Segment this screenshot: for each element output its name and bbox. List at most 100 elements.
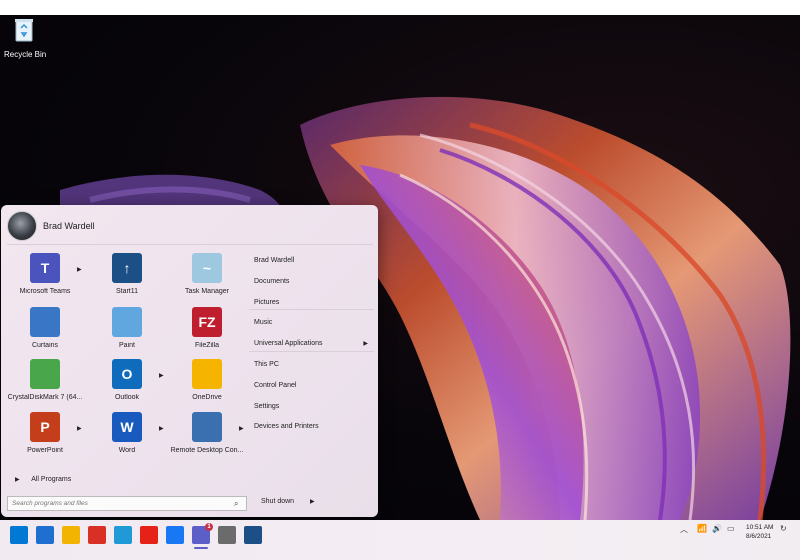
user-name: Brad Wardell [43,221,95,231]
teams-icon: T [30,253,60,283]
start11-icon: ↑ [112,253,142,283]
notification-badge: 1 [205,523,213,531]
divider [7,244,373,245]
outlook-icon: O [112,359,142,389]
remote-desktop-icon [192,412,222,442]
pinned-app-paint[interactable]: Paint [87,307,167,349]
pinned-app-powerpoint[interactable]: P PowerPoint ▶ [5,412,85,454]
search-input[interactable] [8,499,234,508]
pinned-app-label: Curtains [31,342,59,349]
wifi-icon[interactable]: 📶 [697,524,707,533]
clock[interactable]: 10:51 AM 8/6/2021 [746,523,773,541]
right-item-label: Documents [254,277,290,285]
pinned-app-remote-desktop-con[interactable]: Remote Desktop Con... ▶ [167,412,247,454]
pinned-app-label: Microsoft Teams [19,288,71,295]
start11-taskbar-icon[interactable] [244,526,262,544]
task-manager-icon: ~ [192,253,222,283]
avatar[interactable] [7,211,37,241]
right-item-label: Control Panel [254,381,297,389]
paint-icon [112,307,142,337]
divider [249,351,374,352]
right-item-settings[interactable]: Settings [249,397,374,418]
right-item-label: Universal Applications [254,340,323,348]
top-strip [0,0,800,15]
pinned-app-label: CrystalDiskMark 7 (64... [7,394,83,401]
notification-icon[interactable]: ↻ [780,524,787,533]
taskbar: 1 ︿ 📶 🔊 ▭ 10:51 AM 8/6/2021 ↻ [0,520,800,560]
right-item-control-panel[interactable]: Control Panel [249,376,374,397]
facebook-icon[interactable] [166,526,184,544]
search-icon[interactable]: ⌕ [234,499,238,509]
jump-list-arrow-icon[interactable]: ▶ [77,266,82,273]
crystaldiskmark-icon [30,359,60,389]
start-menu: Brad Wardell T Microsoft Teams ▶ ↑ Start11 ~ T… [1,205,378,517]
volume-icon[interactable]: 🔊 [712,524,722,533]
right-item-this-pc[interactable]: This PC [249,355,374,376]
curtains-icon [30,307,60,337]
battery-icon[interactable]: ▭ [727,524,735,533]
pinned-app-label: OneDrive [192,394,222,401]
right-item-label: Devices and Printers [254,423,319,431]
pinned-app-crystaldiskmark-7-64[interactable]: CrystalDiskMark 7 (64... [5,359,85,401]
edge-icon[interactable] [114,526,132,544]
chevron-up-icon[interactable]: ︿ [680,524,688,535]
shutdown-button[interactable]: Shut down ▶ [261,498,315,505]
recycle-bin-label: Recycle Bin [4,50,47,59]
pinned-app-label: PowerPoint [27,447,63,454]
all-programs-button[interactable]: ▶ All Programs [15,476,71,483]
task-view-icon[interactable] [36,526,54,544]
file-explorer-icon[interactable] [62,526,80,544]
pinned-app-start11[interactable]: ↑ Start11 [87,253,167,295]
active-app-indicator [194,547,208,549]
jump-list-arrow-icon[interactable]: ▶ [159,372,164,379]
divider [249,309,374,310]
right-item-pictures[interactable]: Pictures [249,293,374,314]
all-programs-label: All Programs [31,476,72,483]
pinned-app-task-manager[interactable]: ~ Task Manager [167,253,247,295]
time: 10:51 AM [746,524,774,531]
pinned-app-curtains[interactable]: Curtains [5,307,85,349]
windows-start-icon[interactable] [10,526,28,544]
pinned-app-word[interactable]: W Word ▶ [87,412,167,454]
right-item-label: Music [254,319,273,327]
right-item-label: This PC [254,360,279,368]
pinned-app-label: Task Manager [185,288,229,295]
jump-list-arrow-icon[interactable]: ▶ [77,425,82,432]
pinned-app-label: Outlook [114,394,140,401]
right-item-brad-wardell[interactable]: Brad Wardell [249,251,374,272]
pinned-app-label: FileZilla [194,342,220,349]
jump-list-arrow-icon[interactable]: ▶ [159,425,164,432]
settings-icon[interactable] [218,526,236,544]
right-item-label: Brad Wardell [254,257,295,264]
shutdown-options-arrow-icon[interactable]: ▶ [310,499,315,505]
date: 8/6/2021 [746,533,772,540]
teams-taskbar-icon[interactable]: 1 [192,523,213,544]
powerpoint-icon: P [30,412,60,442]
pinned-app-label: Word [118,447,136,454]
pinned-app-onedrive[interactable]: OneDrive [167,359,247,401]
right-item-documents[interactable]: Documents [249,272,374,293]
triangle-right-icon: ▶ [15,477,20,483]
jump-list-arrow-icon[interactable]: ▶ [239,425,244,432]
right-item-label: Settings [254,402,280,410]
recycle-bin-icon [15,19,33,42]
right-item-music[interactable]: Music [249,313,374,334]
pinned-app-label: Paint [119,342,135,349]
filezilla-icon: FZ [192,307,222,337]
right-item-label: Pictures [254,298,280,306]
pinned-app-label: Remote Desktop Con... [170,447,244,454]
right-column: Brad Wardell Documents Pictures Music Univer… [249,251,374,438]
pinned-app-outlook[interactable]: O Outlook ▶ [87,359,167,401]
user-header[interactable]: Brad Wardell [7,211,95,241]
recycle-bin[interactable]: Recycle Bin [4,17,47,59]
word-icon: W [112,412,142,442]
onedrive-icon [192,359,222,389]
search-box[interactable]: ⌕ [7,496,247,511]
pinned-app-filezilla[interactable]: FZ FileZilla [167,307,247,349]
pinned-app-microsoft-teams[interactable]: T Microsoft Teams ▶ [5,253,85,295]
youtube-icon[interactable] [140,526,158,544]
gmail-icon[interactable] [88,526,106,544]
shutdown-label: Shut down [261,498,295,505]
right-item-devices-and-printers[interactable]: Devices and Printers [249,417,374,438]
pinned-app-label: Start11 [115,288,139,295]
